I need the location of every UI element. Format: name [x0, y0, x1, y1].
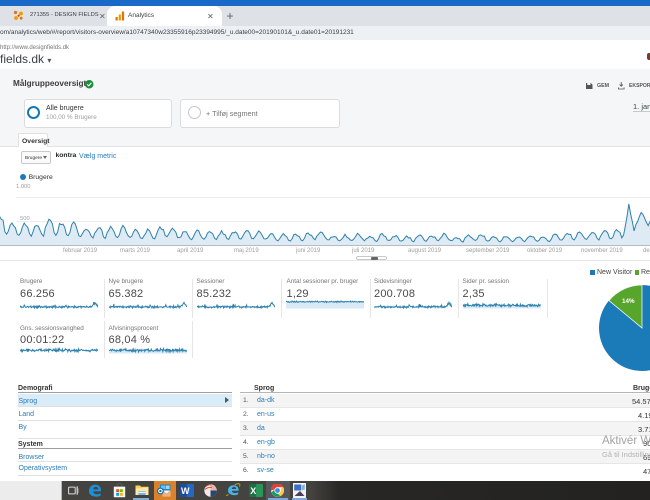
svg-text:14%: 14% — [622, 298, 635, 305]
svg-text:W: W — [181, 486, 190, 496]
svg-text:X: X — [250, 486, 256, 496]
